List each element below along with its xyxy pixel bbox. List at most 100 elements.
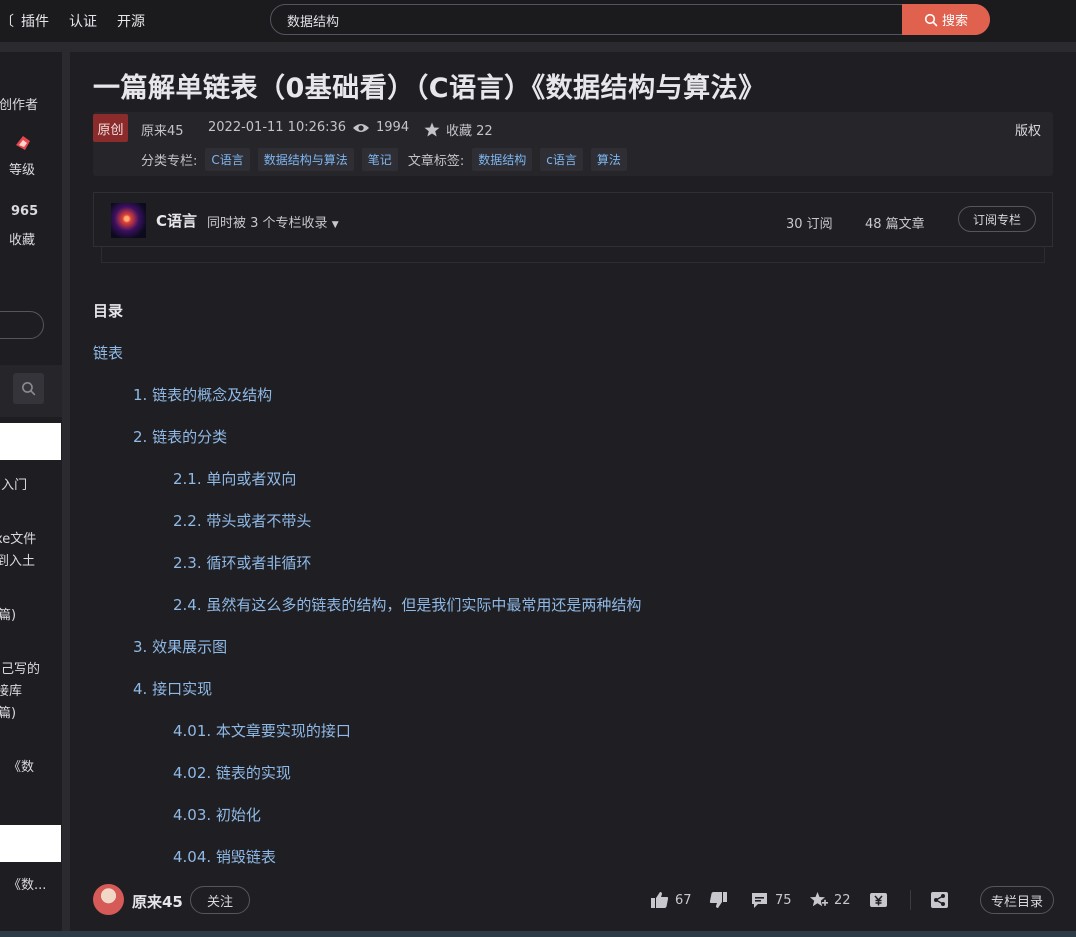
comment-button[interactable]: 75 xyxy=(750,891,792,909)
avatar[interactable] xyxy=(93,884,124,915)
favorite-count-bottom: 22 xyxy=(834,892,851,908)
meta-views: 1994 xyxy=(352,120,409,135)
copyright-link[interactable]: 版权 xyxy=(1015,120,1041,139)
search-input[interactable] xyxy=(287,11,887,29)
column-toc-button[interactable]: 专栏目录 xyxy=(980,886,1054,914)
sidebar-list-item[interactable]: 己写的 xyxy=(1,658,40,677)
comment-icon xyxy=(752,893,767,908)
sidebar-list-item[interactable]: xe文件 xyxy=(0,528,36,547)
search-bar: 搜索 xyxy=(270,4,990,35)
favorite-label: 收藏 xyxy=(9,233,36,248)
dislike-button[interactable] xyxy=(709,891,728,909)
nav-item-opensource[interactable]: 开源 xyxy=(117,11,145,31)
column-name[interactable]: C语言 xyxy=(156,210,197,231)
like-button[interactable]: 67 xyxy=(650,891,692,909)
article-tag[interactable]: 数据结构 xyxy=(472,148,533,171)
like-count: 67 xyxy=(675,892,692,908)
yen-icon xyxy=(870,893,887,907)
sidebar-list-item[interactable]: 接库 xyxy=(0,680,22,699)
reward-button[interactable] xyxy=(869,891,888,909)
comment-count: 75 xyxy=(775,892,792,908)
toc-title: 目录 xyxy=(93,302,124,320)
toc-item[interactable]: 1. 链表的概念及结构 xyxy=(133,384,272,405)
nav-item-certification[interactable]: 认证 xyxy=(69,11,97,31)
article-main: 一篇解单链表（0基础看）（C语言）《数据结构与算法》 原创 原来45 2022-… xyxy=(70,52,1076,937)
toc-item[interactable]: 4.04. 销毁链表 xyxy=(173,846,276,867)
sidebar-list-item[interactable]: 篇) xyxy=(0,702,16,721)
article-meta: 原创 原来45 2022-01-11 10:26:36 1994 收藏 22 版… xyxy=(93,112,1053,176)
toc-item[interactable]: 2.4. 虽然有这么多的链表的结构，但是我们实际中最常用还是两种结构 xyxy=(173,594,641,615)
article-title: 一篇解单链表（0基础看）（C语言）《数据结构与算法》 xyxy=(93,73,766,104)
column-card-shadow xyxy=(101,247,1045,263)
thumbs-down-icon xyxy=(709,892,727,908)
meta-author[interactable]: 原来45 xyxy=(141,120,184,139)
top-navbar: 〔 插件 认证 开源 搜索 xyxy=(0,0,1076,42)
share-icon xyxy=(931,892,948,908)
eye-icon xyxy=(353,123,369,132)
nav-item-plugins[interactable]: 插件 xyxy=(21,11,49,31)
original-badge: 原创 xyxy=(93,114,128,142)
meta-favorites[interactable]: 收藏 22 xyxy=(424,120,493,139)
sidebar-list-item[interactable]: 《数 xyxy=(8,756,34,775)
author-link[interactable]: 原来45 xyxy=(141,120,184,139)
meta-datetime: 2022-01-11 10:26:36 xyxy=(208,120,346,135)
toc-item[interactable]: 4.02. 链表的实现 xyxy=(173,762,291,783)
column-card: C语言 同时被 3 个专栏收录 ▼ 30 订阅 48 篇文章 订阅专栏 xyxy=(93,192,1053,247)
sidebar-list-item[interactable]: 《数... xyxy=(8,874,46,893)
column-subscribers: 30 订阅 xyxy=(786,217,833,232)
column-article-count: 48 篇文章 xyxy=(865,217,925,232)
sidebar-white-block xyxy=(0,825,61,862)
article-tag[interactable]: 算法 xyxy=(590,148,627,171)
search-icon xyxy=(22,382,36,396)
left-sidebar: 星创作者 等级 965 收藏 (入门 xe文件 到入土 篇) 己写的 接库 篇)… xyxy=(0,52,62,937)
category-tag[interactable]: 数据结构与算法 xyxy=(257,148,354,171)
favorite-button[interactable]: 22 xyxy=(809,891,851,909)
share-button[interactable] xyxy=(930,891,949,909)
sidebar-search-section xyxy=(0,365,62,417)
follow-button[interactable]: 关注 xyxy=(190,886,250,914)
thumbs-up-icon xyxy=(651,892,669,908)
caret-down-icon: ▼ xyxy=(331,220,339,230)
favorite-count: 965 xyxy=(11,204,39,219)
toc-item[interactable]: 4.01. 本文章要实现的接口 xyxy=(173,720,351,741)
column-gutter xyxy=(62,52,70,937)
sidebar-list-item[interactable]: 篇) xyxy=(0,604,16,623)
sidebar-white-block xyxy=(0,423,61,460)
sidebar-search-button[interactable] xyxy=(13,373,44,404)
nav-item-partial[interactable]: 〔 xyxy=(0,11,14,31)
category-tag[interactable]: 笔记 xyxy=(361,148,398,171)
toc-item[interactable]: 2.2. 带头或者不带头 xyxy=(173,510,311,531)
sidebar-pill-button[interactable] xyxy=(0,311,44,339)
window-bottom-edge xyxy=(0,931,1076,937)
bottom-author-name[interactable]: 原来45 xyxy=(132,891,183,912)
star-plus-icon xyxy=(810,892,828,907)
toolbar-divider xyxy=(910,890,911,910)
toc-item[interactable]: 4.03. 初始化 xyxy=(173,804,261,825)
toc-item[interactable]: 2. 链表的分类 xyxy=(133,426,227,447)
sidebar-list-item[interactable]: (入门 xyxy=(0,474,27,493)
toc-item[interactable]: 2.3. 循环或者非循环 xyxy=(173,552,311,573)
category-tag[interactable]: C语言 xyxy=(205,148,250,171)
toc-item[interactable]: 4. 接口实现 xyxy=(133,678,212,699)
category-label: 分类专栏: xyxy=(141,154,198,169)
subscribe-column-button[interactable]: 订阅专栏 xyxy=(958,206,1036,232)
view-count: 1994 xyxy=(376,120,410,135)
search-button-label: 搜索 xyxy=(941,14,968,29)
article-tag[interactable]: c语言 xyxy=(540,148,583,171)
creator-label: 星创作者 xyxy=(0,98,39,113)
search-button[interactable]: 搜索 xyxy=(902,4,990,35)
sidebar-list-item[interactable]: 到入土 xyxy=(0,550,35,569)
bottom-toolbar: 原来45 关注 67 75 22 专栏目录 xyxy=(70,866,1076,937)
level-badge-icon xyxy=(16,136,30,150)
column-collected-info[interactable]: 同时被 3 个专栏收录 ▼ xyxy=(207,212,339,231)
toc-item[interactable]: 3. 效果展示图 xyxy=(133,636,227,657)
column-collected-text: 同时被 3 个专栏收录 xyxy=(207,216,328,231)
tags-label: 文章标签: xyxy=(407,154,465,169)
toc-item[interactable]: 2.1. 单向或者双向 xyxy=(173,468,296,489)
search-icon xyxy=(924,13,938,26)
star-icon xyxy=(424,122,440,137)
header-divider xyxy=(0,42,1076,52)
column-thumbnail[interactable] xyxy=(111,203,146,238)
toc-item[interactable]: 链表 xyxy=(93,342,123,363)
category-tag-row: 分类专栏: C语言 数据结构与算法 笔记 文章标签: 数据结构 c语言 算法 xyxy=(141,148,627,171)
